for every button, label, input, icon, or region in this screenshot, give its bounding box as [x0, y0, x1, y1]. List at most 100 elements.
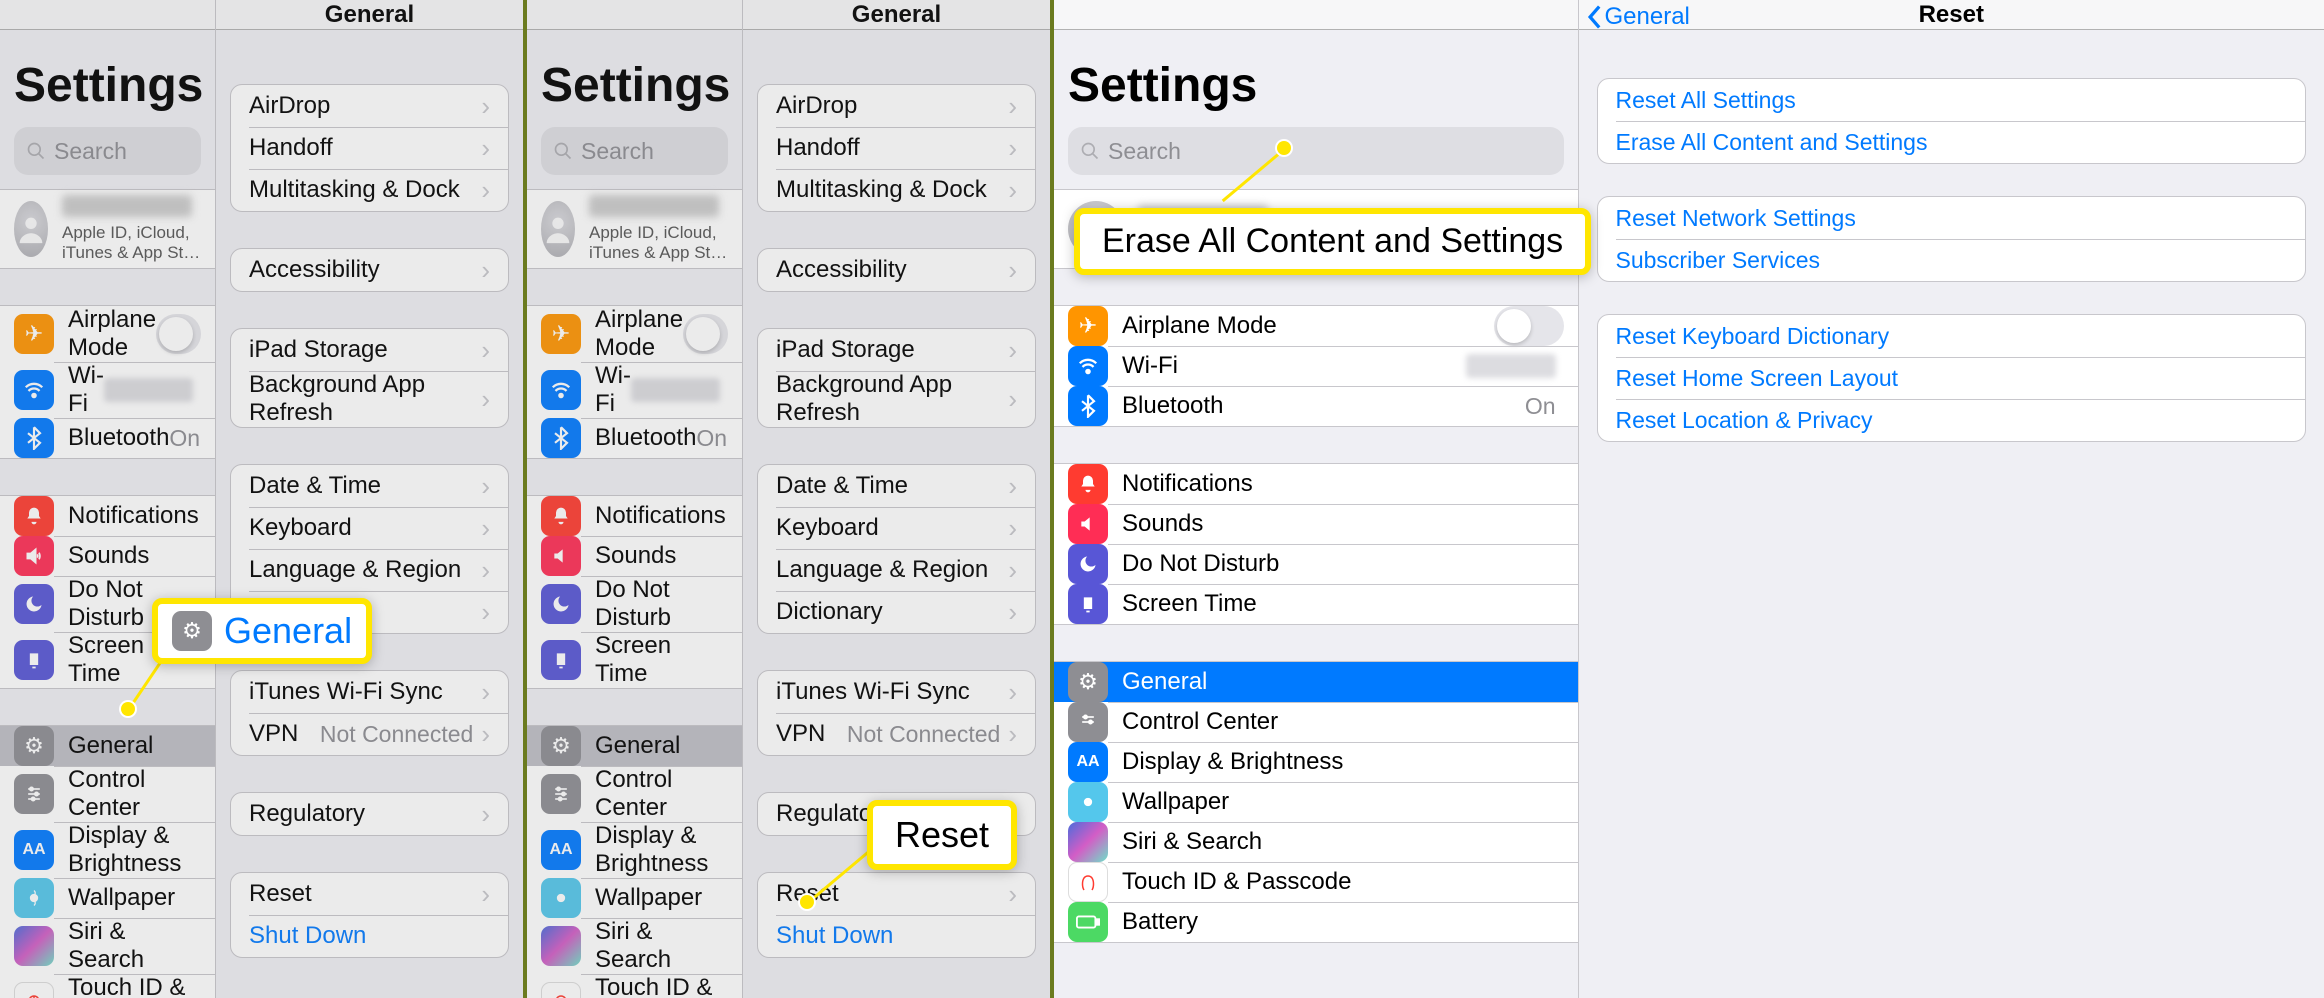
sidebar-wifi[interactable]: Wi-Fi — [0, 362, 215, 418]
sidebar-dnd[interactable]: Do Not Disturb — [1054, 544, 1578, 584]
airplane-toggle[interactable] — [156, 314, 201, 354]
general-shutdown[interactable]: Shut Down — [758, 915, 1035, 957]
sidebar-bluetooth[interactable]: BluetoothOn — [527, 418, 742, 458]
sidebar-display[interactable]: AADisplay & Brightness — [0, 822, 215, 878]
sidebar-sounds[interactable]: Sounds — [0, 536, 215, 576]
apple-id-row[interactable]: Apple ID, iCloud, iTunes & App St… — [0, 189, 215, 269]
siri-icon — [14, 926, 54, 966]
general-regulatory[interactable]: Regulatory› — [231, 793, 508, 835]
general-handoff[interactable]: Handoff› — [758, 127, 1035, 169]
wallpaper-icon — [14, 878, 54, 918]
sidebar-general[interactable]: ⚙︎General — [0, 726, 215, 766]
sidebar-airplane[interactable]: ✈︎Airplane Mode — [0, 306, 215, 362]
sidebar-screentime[interactable]: Screen Time — [1054, 584, 1578, 624]
general-datetime[interactable]: Date & Time› — [758, 465, 1035, 507]
general-shutdown[interactable]: Shut Down — [231, 915, 508, 957]
sidebar-siri[interactable]: Siri & Search — [527, 918, 742, 974]
general-accessibility[interactable]: Accessibility› — [231, 249, 508, 291]
general-accessibility[interactable]: Accessibility› — [758, 249, 1035, 291]
sidebar-airplane[interactable]: ✈︎Airplane Mode — [1054, 306, 1578, 346]
general-multitasking[interactable]: Multitasking & Dock› — [231, 169, 508, 211]
search-input[interactable]: Search — [1068, 127, 1564, 175]
sidebar-siri[interactable]: Siri & Search — [0, 918, 215, 974]
settings-title: Settings — [1054, 30, 1578, 127]
sidebar-battery[interactable]: Battery — [1054, 902, 1578, 942]
sidebar-general[interactable]: ⚙︎General — [527, 726, 742, 766]
reset-location-privacy[interactable]: Reset Location & Privacy — [1598, 399, 2306, 441]
sidebar-wallpaper[interactable]: Wallpaper — [527, 878, 742, 918]
sidebar-touchid[interactable]: Touch ID & Passcode — [0, 974, 215, 998]
sidebar-display[interactable]: AADisplay & Brightness — [1054, 742, 1578, 782]
general-bgrefresh[interactable]: Background App Refresh› — [758, 371, 1035, 427]
reset-subscriber[interactable]: Subscriber Services — [1598, 239, 2306, 281]
search-input[interactable]: Search — [541, 127, 728, 175]
callout-erase: Erase All Content and Settings — [1074, 208, 1591, 275]
reset-network[interactable]: Reset Network Settings — [1598, 197, 2306, 239]
notifications-icon — [14, 496, 54, 536]
sidebar-notifications[interactable]: Notifications — [527, 496, 742, 536]
general-language[interactable]: Language & Region› — [231, 549, 508, 591]
sidebar-screentime[interactable]: Screen Time — [527, 632, 742, 688]
general-itunessync[interactable]: iTunes Wi-Fi Sync› — [231, 671, 508, 713]
sidebar-dnd[interactable]: Do Not Disturb — [527, 576, 742, 632]
settings-title: Settings — [527, 30, 742, 127]
general-reset[interactable]: Reset› — [231, 873, 508, 915]
general-datetime[interactable]: Date & Time› — [231, 465, 508, 507]
sidebar-touchid[interactable]: Touch ID & Passcode — [1054, 862, 1578, 902]
sidebar-bluetooth[interactable]: BluetoothOn — [0, 418, 215, 458]
general-language[interactable]: Language & Region› — [758, 549, 1035, 591]
reset-all-settings[interactable]: Reset All Settings — [1598, 79, 2306, 121]
general-ipadstorage[interactable]: iPad Storage› — [758, 329, 1035, 371]
general-multitasking[interactable]: Multitasking & Dock› — [758, 169, 1035, 211]
sidebar-general[interactable]: ⚙︎General — [1054, 662, 1578, 702]
general-reset[interactable]: Reset› — [758, 873, 1035, 915]
general-vpn[interactable]: VPNNot Connected› — [231, 713, 508, 755]
search-icon — [553, 141, 573, 161]
general-itunessync[interactable]: iTunes Wi-Fi Sync› — [758, 671, 1035, 713]
wifi-value — [104, 378, 193, 402]
general-airdrop[interactable]: AirDrop› — [758, 85, 1035, 127]
wifi-icon — [14, 370, 54, 410]
back-button[interactable]: General — [1585, 4, 1690, 30]
bluetooth-icon — [14, 418, 54, 458]
sidebar-controlcenter[interactable]: Control Center — [1054, 702, 1578, 742]
general-handoff[interactable]: Handoff› — [231, 127, 508, 169]
sidebar-bluetooth[interactable]: BluetoothOn — [1054, 386, 1578, 426]
settings-title: Settings — [0, 30, 215, 127]
dnd-icon — [14, 584, 54, 624]
sidebar-siri[interactable]: Siri & Search — [1054, 822, 1578, 862]
reset-home-layout[interactable]: Reset Home Screen Layout — [1598, 357, 2306, 399]
detail-title: General Reset — [1579, 0, 2324, 30]
sounds-icon — [14, 536, 54, 576]
screentime-icon — [14, 640, 54, 680]
apple-id-row[interactable]: Apple ID, iCloud, iTunes & App St… — [527, 189, 742, 269]
reset-keyboard-dict[interactable]: Reset Keyboard Dictionary — [1598, 315, 2306, 357]
general-keyboard[interactable]: Keyboard› — [231, 507, 508, 549]
sidebar-wallpaper[interactable]: Wallpaper — [0, 878, 215, 918]
sidebar-wallpaper[interactable]: Wallpaper — [1054, 782, 1578, 822]
general-airdrop[interactable]: AirDrop› — [231, 85, 508, 127]
sidebar-wifi[interactable]: Wi-Fi — [527, 362, 742, 418]
sidebar-wifi[interactable]: Wi-Fi — [1054, 346, 1578, 386]
search-input[interactable]: Search — [14, 127, 201, 175]
controlcenter-icon — [14, 774, 54, 814]
sidebar-controlcenter[interactable]: Control Center — [527, 766, 742, 822]
general-keyboard[interactable]: Keyboard› — [758, 507, 1035, 549]
sidebar-sounds[interactable]: Sounds — [1054, 504, 1578, 544]
avatar — [541, 201, 575, 257]
callout-general: ⚙︎ General — [152, 598, 372, 664]
profile-name — [62, 195, 192, 217]
general-bgrefresh[interactable]: Background App Refresh› — [231, 371, 508, 427]
display-icon: AA — [14, 830, 54, 870]
general-vpn[interactable]: VPNNot Connected› — [758, 713, 1035, 755]
sidebar-airplane[interactable]: ✈︎Airplane Mode — [527, 306, 742, 362]
sidebar-display[interactable]: AADisplay & Brightness — [527, 822, 742, 878]
sidebar-sounds[interactable]: Sounds — [527, 536, 742, 576]
sidebar-controlcenter[interactable]: Control Center — [0, 766, 215, 822]
general-dictionary[interactable]: Dictionary› — [758, 591, 1035, 633]
general-ipadstorage[interactable]: iPad Storage› — [231, 329, 508, 371]
reset-erase-all[interactable]: Erase All Content and Settings — [1598, 121, 2306, 163]
sidebar-notifications[interactable]: Notifications — [0, 496, 215, 536]
sidebar-touchid[interactable]: Touch ID & Passcode — [527, 974, 742, 998]
sidebar-notifications[interactable]: Notifications — [1054, 464, 1578, 504]
